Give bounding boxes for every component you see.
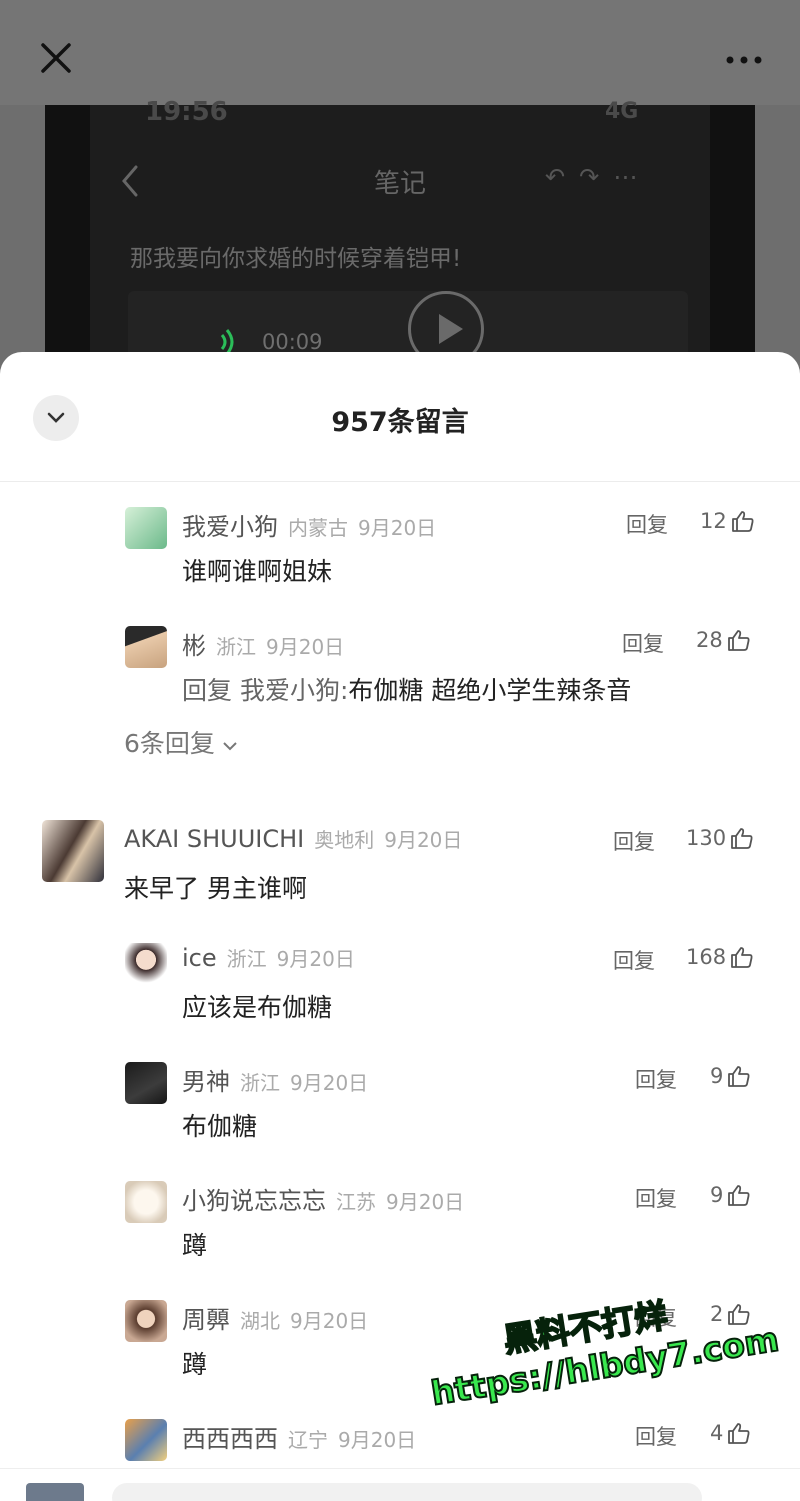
video-preview[interactable]: 19:56 4G 笔记 ↶↷⋯ 那我要向你求婚的时候穿着铠甲! 00:09 — [45, 97, 755, 371]
comment-text: 蹲 — [182, 1350, 208, 1379]
more-icon[interactable] — [722, 48, 766, 72]
status-network: 4G — [605, 99, 639, 124]
comment-author[interactable]: 我爱小狗 — [182, 513, 278, 541]
avatar[interactable] — [125, 1300, 167, 1342]
comment-text: 应该是布伽糖 — [182, 993, 333, 1022]
voice-duration: 00:09 — [262, 330, 323, 354]
my-avatar — [26, 1483, 84, 1501]
avatar[interactable] — [125, 1062, 167, 1104]
comment-date: 9月20日 — [266, 635, 345, 659]
comment-date: 9月20日 — [384, 828, 463, 852]
like-button[interactable]: 130 — [686, 826, 754, 850]
thumbs-up-icon — [731, 947, 753, 968]
like-count: 9 — [710, 1183, 724, 1207]
comment-date: 9月20日 — [386, 1190, 465, 1214]
reply-button[interactable]: 回复 — [635, 1183, 677, 1213]
avatar[interactable] — [42, 820, 104, 882]
like-count: 9 — [710, 1064, 724, 1088]
comment-text: 蹲 — [182, 1231, 208, 1260]
like-count: 130 — [686, 826, 727, 850]
note-tools-icons: ↶↷⋯ — [545, 163, 652, 191]
avatar[interactable] — [125, 1181, 167, 1223]
avatar[interactable] — [125, 507, 167, 549]
reply-button[interactable]: 回复 — [622, 628, 664, 658]
like-count: 4 — [710, 1421, 724, 1445]
sheet-header: 957条留言 — [0, 352, 800, 482]
reply-to-label: 回复 我爱小狗: — [182, 676, 349, 705]
comment-count-title: 957条留言 — [331, 407, 469, 438]
comment-location: 奥地利 — [314, 828, 375, 852]
like-button[interactable]: 4 — [710, 1421, 751, 1445]
status-time: 19:56 — [145, 97, 228, 127]
comment-text: 谁啊谁啊姐妹 — [182, 557, 333, 586]
like-button[interactable]: 28 — [696, 628, 751, 652]
comment-date: 9月20日 — [358, 516, 437, 540]
thumbs-up-icon — [727, 630, 750, 651]
comment-author[interactable]: ice — [182, 944, 217, 972]
avatar[interactable] — [125, 943, 167, 985]
thumbs-up-icon — [731, 511, 754, 532]
comment-text: 来早了 男主谁啊 — [124, 874, 307, 903]
comment-location: 浙江 — [240, 1071, 280, 1095]
comment-author[interactable]: 彬 — [182, 632, 206, 660]
reply-button[interactable]: 回复 — [626, 509, 668, 539]
reply-button[interactable]: 回复 — [613, 945, 655, 975]
like-count: 28 — [696, 628, 723, 652]
top-bar — [0, 0, 800, 105]
comment-author[interactable]: 周顨 — [182, 1306, 230, 1334]
like-count: 168 — [686, 945, 727, 969]
thumbs-up-icon — [731, 828, 753, 849]
comment-input-bar — [0, 1468, 800, 1501]
like-button[interactable]: 9 — [710, 1183, 751, 1207]
comment-date: 9月20日 — [290, 1309, 369, 1333]
thumbs-up-icon — [728, 1185, 750, 1206]
comment-author[interactable]: 小狗说忘忘忘 — [182, 1187, 326, 1215]
avatar[interactable] — [125, 626, 167, 668]
expand-replies-button[interactable]: 6条回复 — [124, 724, 239, 760]
chevron-down-icon — [223, 742, 237, 751]
comment-date: 9月20日 — [338, 1428, 417, 1452]
close-icon[interactable] — [38, 40, 74, 76]
comment-location: 浙江 — [216, 635, 256, 659]
like-button[interactable]: 9 — [710, 1064, 751, 1088]
reply-button[interactable]: 回复 — [635, 1421, 677, 1451]
comment-input[interactable] — [112, 1483, 702, 1501]
comment-location: 湖北 — [240, 1309, 280, 1333]
video-screen: 19:56 4G 笔记 ↶↷⋯ 那我要向你求婚的时候穿着铠甲! 00:09 — [90, 97, 710, 371]
avatar[interactable] — [125, 1419, 167, 1461]
reply-button[interactable]: 回复 — [635, 1064, 677, 1094]
thumbs-up-icon — [728, 1066, 750, 1087]
comment-location: 内蒙古 — [288, 516, 348, 540]
comment-author[interactable]: 西西西西 — [182, 1425, 278, 1453]
reply-button[interactable]: 回复 — [613, 826, 655, 856]
thumbs-up-icon — [728, 1423, 750, 1444]
comment-text: 布伽糖 超绝小学生辣条音 — [348, 676, 632, 705]
comment-date: 9月20日 — [290, 1071, 369, 1095]
like-button[interactable]: 12 — [700, 509, 755, 533]
comment-date: 9月20日 — [276, 947, 355, 971]
comment-author[interactable]: AKAI SHUUICHI — [124, 825, 304, 853]
comment-location: 江苏 — [336, 1190, 376, 1214]
comment-location: 浙江 — [226, 947, 267, 971]
comment-location: 辽宁 — [288, 1428, 328, 1452]
like-button[interactable]: 168 — [686, 945, 754, 969]
comment-text: 布伽糖 — [182, 1112, 258, 1141]
like-count: 12 — [700, 509, 727, 533]
note-text: 那我要向你求婚的时候穿着铠甲! — [130, 246, 462, 272]
comment-author[interactable]: 男神 — [182, 1068, 230, 1096]
